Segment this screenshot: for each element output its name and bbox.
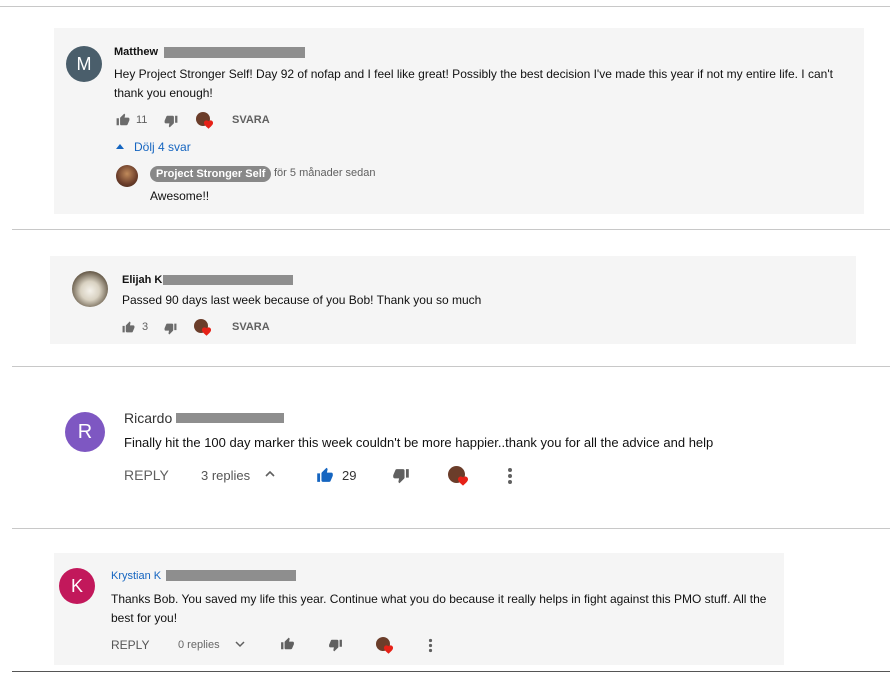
caret-up-icon[interactable]	[116, 143, 124, 149]
thumbs-down-icon[interactable]	[164, 322, 177, 335]
comment-card: Elijah K Passed 90 days last week becaus…	[50, 256, 856, 344]
thumbs-up-icon[interactable]	[116, 113, 130, 127]
avatar: R	[65, 412, 105, 452]
comment-author[interactable]: Matthew	[114, 46, 158, 58]
avatar: K	[59, 568, 95, 604]
thumbs-up-icon[interactable]	[316, 467, 334, 484]
comment-card: K Krystian K Thanks Bob. You saved my li…	[54, 553, 784, 665]
creator-heart-icon	[376, 637, 395, 656]
reply-button[interactable]: REPLY	[124, 467, 169, 483]
comment-author[interactable]: Krystian K	[111, 570, 161, 582]
replies-count[interactable]: 3 replies	[201, 468, 250, 483]
comment-author[interactable]: Elijah K	[122, 274, 162, 286]
redacted-name	[176, 413, 284, 423]
creator-heart-icon	[196, 112, 214, 130]
reply-avatar	[116, 165, 138, 187]
avatar: M	[66, 46, 102, 82]
like-count: 3	[142, 321, 149, 333]
replies-toggle[interactable]: Dölj 4 svar	[134, 140, 191, 154]
separator-bottom	[12, 671, 890, 672]
chevron-down-icon[interactable]	[235, 641, 245, 648]
thumbs-down-icon[interactable]	[164, 114, 178, 128]
creator-heart-icon	[194, 319, 212, 337]
reply-button[interactable]: SVARA	[232, 321, 270, 333]
separator-1	[12, 229, 890, 230]
comment-card: R Ricardo Finally hit the 100 day marker…	[50, 395, 890, 505]
thumbs-up-icon[interactable]	[122, 321, 135, 334]
thumbs-down-icon[interactable]	[328, 638, 343, 652]
like-count: 11	[136, 114, 148, 126]
more-options-icon[interactable]	[428, 638, 433, 653]
comment-card: M Matthew Hey Project Stronger Self! Day…	[54, 28, 864, 214]
like-count: 29	[342, 468, 357, 483]
creator-heart-icon	[448, 466, 470, 488]
more-options-icon[interactable]	[507, 467, 513, 485]
reply-button[interactable]: REPLY	[111, 638, 149, 652]
channel-owner-chip[interactable]: Project Stronger Self	[150, 166, 272, 182]
separator-2	[12, 366, 890, 367]
redacted-name	[163, 275, 293, 285]
redacted-name	[164, 47, 305, 58]
chevron-up-icon[interactable]	[265, 470, 275, 478]
separator-3	[12, 528, 890, 529]
reply-timestamp[interactable]: för 5 månader sedan	[274, 167, 376, 179]
comment-text: Thanks Bob. You saved my life this year.…	[111, 592, 767, 625]
avatar	[72, 271, 108, 307]
reply-button[interactable]: SVARA	[232, 114, 270, 126]
separator-top	[0, 6, 890, 7]
comment-text: Hey Project Stronger Self! Day 92 of nof…	[114, 67, 833, 100]
comment-text: Finally hit the 100 day marker this week…	[124, 435, 714, 450]
reply-text: Awesome!!	[150, 189, 210, 203]
thumbs-up-icon[interactable]	[280, 637, 295, 651]
comment-text: Passed 90 days last week because of you …	[122, 293, 482, 307]
thumbs-down-icon[interactable]	[392, 467, 410, 484]
replies-count[interactable]: 0 replies	[178, 639, 220, 651]
redacted-name	[166, 570, 296, 581]
comment-author[interactable]: Ricardo	[124, 410, 172, 426]
